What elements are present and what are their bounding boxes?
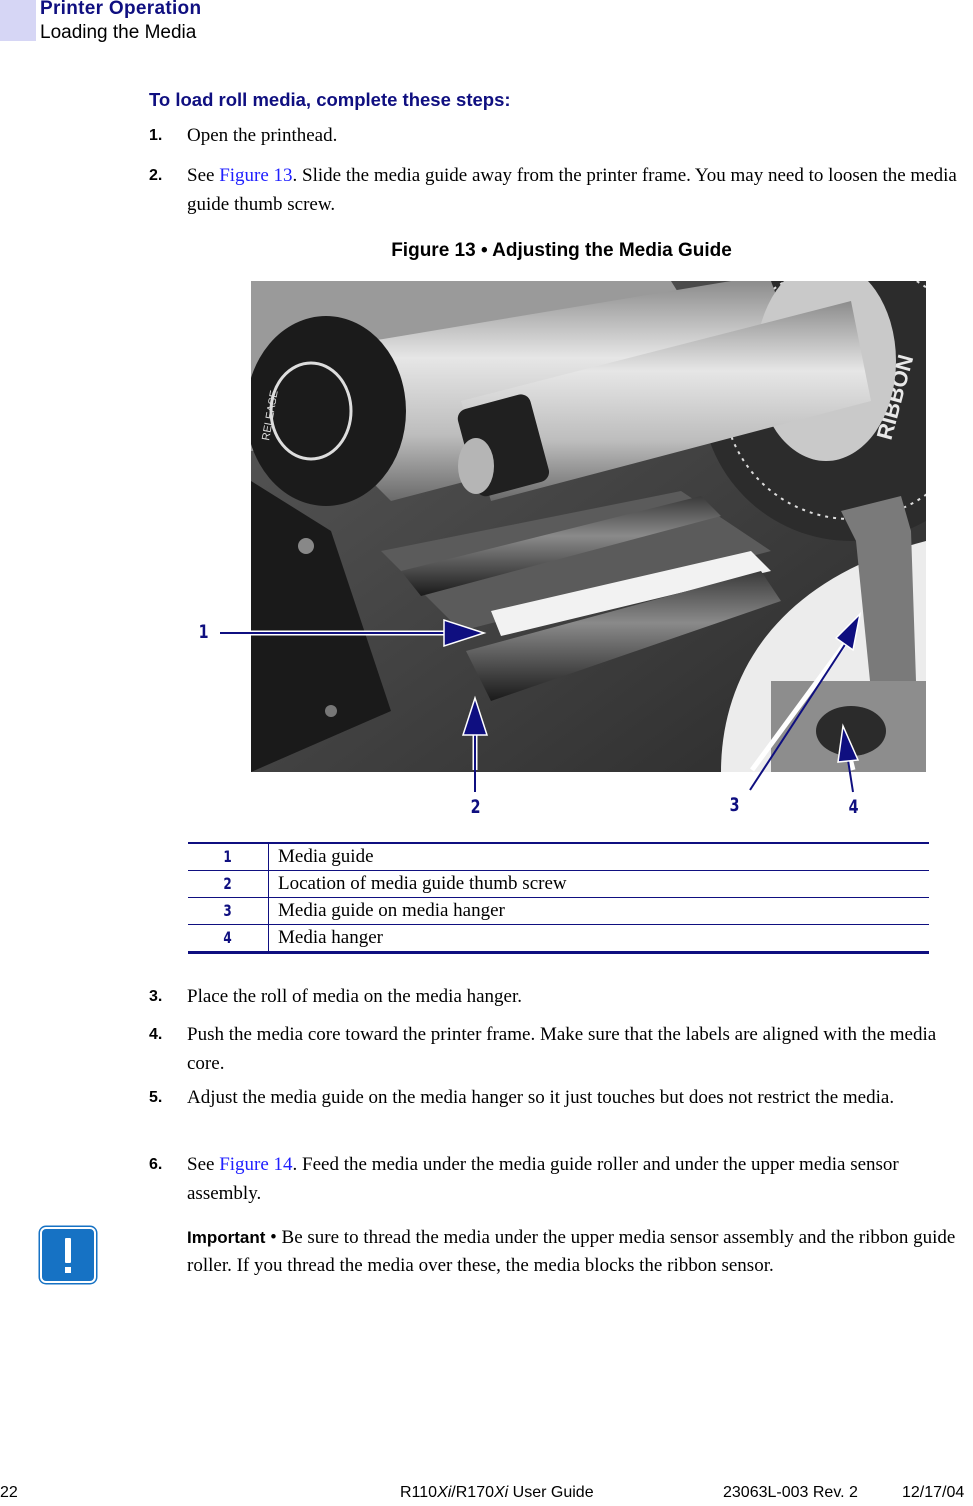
legend-desc: Media hanger	[268, 924, 929, 954]
step-number: 2.	[149, 167, 163, 184]
figure-legend: 1 Media guide 2 Location of media guide …	[188, 842, 929, 954]
important-note: Important • Be sure to thread the media …	[187, 1224, 973, 1280]
step-1: 1. Open the printhead.	[149, 121, 959, 150]
header-color-block	[0, 0, 36, 41]
step-number: 5.	[149, 1089, 163, 1106]
important-separator: •	[265, 1227, 282, 1248]
step-text: Adjust the media guide on the media hang…	[187, 1087, 895, 1108]
callout-4: 4	[848, 796, 859, 818]
legend-key: 1	[188, 842, 269, 871]
legend-table: 1 Media guide 2 Location of media guide …	[188, 842, 929, 954]
procedure-heading: To load roll media, complete these steps…	[149, 89, 511, 110]
step-5: 5. Adjust the media guide on the media h…	[149, 1083, 959, 1112]
doc-revision: 23063L-003 Rev. 2	[723, 1484, 858, 1501]
figure-caption: Figure 13 • Adjusting the Media Guide	[391, 240, 732, 261]
guide-title: R110Xi/R170Xi User Guide	[400, 1484, 594, 1501]
chapter-title: Printer Operation	[40, 0, 202, 19]
figure-13-link[interactable]: Figure 13	[219, 165, 292, 186]
step-number: 6.	[149, 1156, 163, 1173]
step-text-post: . Feed the media under the media guide r…	[187, 1154, 899, 1204]
step-number: 1.	[149, 127, 163, 144]
callout-3: 3	[729, 794, 740, 816]
legend-key: 2	[188, 870, 269, 898]
step-text-pre: See	[187, 165, 220, 186]
screw	[325, 705, 337, 717]
section-title: Loading the Media	[40, 22, 197, 43]
legend-row: 3 Media guide on media hanger	[188, 897, 929, 925]
step-text: See Figure 14. Feed the media under the …	[187, 1150, 959, 1208]
page-number: 22	[0, 1484, 18, 1501]
step-text-post: . Slide the media guide away from the pr…	[187, 165, 957, 215]
legend-desc: Media guide on media hanger	[268, 897, 929, 925]
legend-key: 4	[188, 924, 269, 954]
step-3: 3. Place the roll of media on the media …	[149, 982, 959, 1011]
step-text-pre: See	[187, 1154, 220, 1175]
step-number: 3.	[149, 988, 163, 1005]
exclamation-icon	[40, 1227, 96, 1283]
legend-row: 2 Location of media guide thumb screw	[188, 870, 929, 898]
important-text: Be sure to thread the media under the up…	[187, 1227, 956, 1276]
legend-desc: Location of media guide thumb screw	[268, 870, 929, 898]
screw	[298, 538, 314, 554]
legend-row: 1 Media guide	[188, 842, 929, 871]
important-label: Important	[187, 1228, 266, 1247]
doc-date: 12/17/04	[902, 1484, 965, 1501]
step-6: 6. See Figure 14. Feed the media under t…	[149, 1150, 959, 1208]
figure-14-link[interactable]: Figure 14	[219, 1154, 292, 1175]
step-number: 4.	[149, 1026, 163, 1043]
hanger-hub	[816, 706, 886, 756]
printer-photo: RIBBON RELEASE	[251, 281, 926, 772]
callout-2: 2	[470, 796, 481, 818]
legend-row: 4 Media hanger	[188, 924, 929, 954]
callout-1: 1	[198, 621, 209, 643]
rod-thread	[458, 438, 494, 494]
step-4: 4. Push the media core toward the printe…	[149, 1020, 959, 1078]
step-text: See Figure 13. Slide the media guide awa…	[187, 161, 959, 219]
legend-desc: Media guide	[268, 842, 929, 871]
step-text: Push the media core toward the printer f…	[187, 1024, 937, 1074]
step-text: Open the printhead.	[187, 125, 338, 146]
step-text: Place the roll of media on the media han…	[187, 986, 523, 1007]
step-2: 2. See Figure 13. Slide the media guide …	[149, 161, 959, 219]
legend-key: 3	[188, 897, 269, 925]
